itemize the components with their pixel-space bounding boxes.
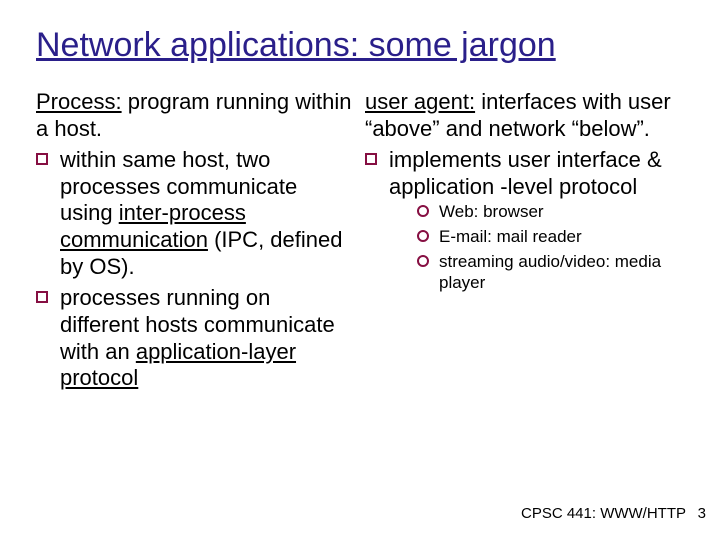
footer-text: CPSC 441: WWW/HTTP [521,505,686,522]
page-number: 3 [690,505,706,522]
bullet-text-pre: implements user interface & application … [389,147,662,199]
sub-bullet-text: streaming audio/video: media player [439,252,661,292]
right-column: user agent: interfaces with user “above”… [365,89,684,396]
list-item: streaming audio/video: media player [417,252,684,293]
slide: Network applications: some jargon Proces… [0,0,720,540]
sub-bullet-text: Web: browser [439,202,544,221]
right-bullets: implements user interface & application … [365,147,684,294]
list-item: implements user interface & application … [365,147,684,294]
left-lead-term: Process: [36,89,122,114]
right-lead: user agent: interfaces with user “above”… [365,89,684,143]
left-column: Process: program running within a host. … [36,89,355,396]
content-columns: Process: program running within a host. … [36,89,684,396]
slide-title: Network applications: some jargon [36,26,684,65]
list-item: E-mail: mail reader [417,227,684,248]
list-item: within same host, two processes communic… [36,147,355,281]
left-lead: Process: program running within a host. [36,89,355,143]
sub-bullets: Web: browser E-mail: mail reader streami… [417,202,684,293]
list-item: processes running on different hosts com… [36,285,355,392]
list-item: Web: browser [417,202,684,223]
left-bullets: within same host, two processes communic… [36,147,355,392]
sub-bullet-text: E-mail: mail reader [439,227,582,246]
right-lead-term: user agent: [365,89,475,114]
